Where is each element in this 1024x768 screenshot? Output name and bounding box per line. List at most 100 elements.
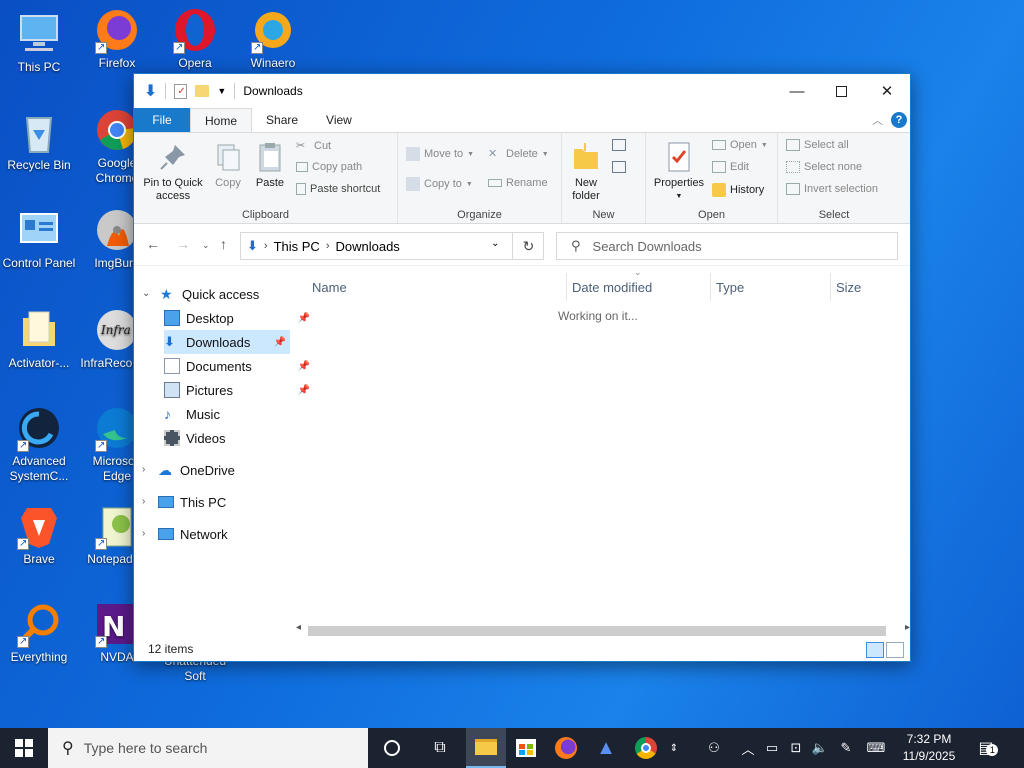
up-arrow-icon: ↑ [220, 236, 227, 252]
copy-to-button[interactable]: Copy to ▼ [406, 177, 473, 191]
desktop-icon-control-panel[interactable]: Control Panel [0, 206, 78, 271]
cortana-button[interactable] [372, 728, 412, 768]
rename-button[interactable]: Rename [488, 177, 548, 189]
copy-button[interactable]: Copy [210, 141, 246, 190]
column-header-name[interactable]: Name [312, 273, 347, 301]
action-center-button[interactable]: ▤1 [966, 728, 1006, 768]
desktop-icon-brave[interactable]: Brave [0, 502, 78, 567]
taskbar-scroll[interactable]: ⇕ [666, 728, 682, 768]
desktop-icon-opera[interactable]: Opera [156, 6, 234, 71]
chevron-down-icon[interactable]: ⌄ [142, 288, 150, 299]
address-bar[interactable]: ⬇ › This PC › Downloads ⌄ [240, 232, 544, 260]
horizontal-scrollbar[interactable]: ◂ ▸ [294, 622, 912, 638]
column-header-type[interactable]: Type [716, 273, 744, 301]
move-to-button[interactable]: Move to ▼ [406, 147, 474, 161]
desktop-icon-advanced-systemcare[interactable]: Advanced SystemC... [0, 404, 78, 484]
new-folder-button[interactable]: New folder [568, 141, 604, 203]
column-header-size[interactable]: Size [836, 273, 861, 301]
battery-icon[interactable]: ▭ [760, 740, 784, 756]
keyboard-icon[interactable]: ⌨ [860, 740, 892, 756]
column-divider[interactable] [710, 273, 711, 301]
chevron-right-icon[interactable]: › [142, 464, 145, 475]
chevron-up-icon[interactable]: ︿ [736, 739, 760, 758]
desktop-icon-activator[interactable]: Activator-... [0, 306, 78, 371]
select-none-button[interactable]: Select none [786, 161, 862, 173]
breadcrumb-this-pc[interactable]: This PC [274, 239, 320, 254]
nav-label: Network [180, 526, 228, 542]
taskbar-firefox[interactable] [546, 728, 586, 768]
edit-button[interactable]: Edit [712, 161, 749, 173]
taskbar-file-explorer[interactable] [466, 728, 506, 768]
properties-qa-icon[interactable]: ✓ [174, 83, 188, 99]
volume-icon[interactable]: 🔈 [808, 740, 832, 756]
customize-qa-dropdown-icon[interactable]: ▼ [217, 86, 226, 96]
move-to-icon [406, 147, 420, 161]
pin-to-quick-access-button[interactable]: Pin to Quick access [140, 141, 206, 203]
scroll-right-icon[interactable]: ▸ [905, 622, 910, 633]
chevron-right-icon[interactable]: › [142, 528, 145, 539]
pen-icon[interactable]: ✎ [832, 740, 860, 756]
start-button[interactable] [0, 728, 48, 768]
desktop-icon-winaero[interactable]: Winaero [234, 6, 312, 71]
new-folder-qa-icon[interactable] [195, 85, 210, 97]
nav-onedrive[interactable]: ☁ OneDrive [158, 458, 308, 482]
history-button[interactable]: History [712, 183, 764, 197]
film-icon [164, 430, 180, 446]
scrollbar-thumb[interactable] [308, 626, 886, 636]
desktop-icon-recycle-bin[interactable]: Recycle Bin [0, 108, 78, 173]
maximize-button[interactable] [818, 74, 864, 108]
easy-access-button[interactable] [612, 161, 636, 177]
minimize-button[interactable]: — [774, 74, 820, 108]
nav-this-pc[interactable]: This PC [158, 490, 308, 514]
desktop-icon-everything[interactable]: Everything [0, 600, 78, 665]
nav-downloads[interactable]: ⬇ Downloads 📌 [164, 330, 290, 354]
recent-locations-button[interactable]: ⌄ [202, 240, 210, 251]
select-all-button[interactable]: Select all [786, 139, 849, 151]
task-view-button[interactable]: ⧉ [420, 728, 460, 768]
paste-button[interactable]: Paste [252, 141, 288, 190]
column-header-date-modified[interactable]: Date modified [572, 273, 652, 301]
details-view-icon[interactable] [866, 642, 884, 658]
column-divider[interactable] [830, 273, 831, 301]
scroll-left-icon[interactable]: ◂ [296, 622, 301, 633]
nav-network[interactable]: Network [158, 522, 308, 546]
nav-quick-access[interactable]: ★ Quick access [160, 282, 310, 306]
address-dropdown-icon[interactable]: ⌄ [491, 238, 499, 249]
chevron-right-icon[interactable]: › [142, 496, 145, 507]
taskbar-app-bird[interactable]: ▲ [586, 728, 626, 768]
taskbar-chrome[interactable] [626, 728, 666, 768]
large-icons-view-icon[interactable] [886, 642, 904, 658]
close-button[interactable]: ✕ [864, 74, 910, 108]
notification-badge: 1 [986, 744, 999, 756]
tab-share[interactable]: Share [252, 108, 312, 132]
network-tray-icon[interactable]: ⊡ [784, 740, 808, 756]
tab-view[interactable]: View [312, 108, 366, 132]
up-button[interactable]: ↑ [220, 236, 227, 252]
desktop-icon-this-pc[interactable]: This PC [0, 10, 78, 75]
search-input[interactable]: ⚲ Search Downloads [556, 232, 898, 260]
copy-path-button[interactable]: Copy path [296, 161, 362, 173]
new-item-button[interactable] [612, 139, 636, 155]
open-button[interactable]: Open ▼ [712, 139, 768, 151]
collapse-ribbon-icon[interactable]: ︿ [872, 112, 883, 128]
column-divider[interactable] [566, 273, 567, 301]
forward-button[interactable]: → [176, 236, 190, 252]
breadcrumb-downloads[interactable]: Downloads [335, 239, 399, 254]
refresh-button[interactable]: ↻ [512, 232, 544, 260]
help-icon[interactable]: ? [891, 112, 907, 128]
cut-button[interactable]: ✂ Cut [296, 139, 331, 153]
taskbar-store[interactable] [506, 728, 546, 768]
invert-selection-button[interactable]: Invert selection [786, 183, 878, 195]
delete-button[interactable]: ✕ Delete ▼ [488, 147, 549, 161]
tab-home[interactable]: Home [190, 108, 253, 132]
paste-shortcut-button[interactable]: Paste shortcut [296, 183, 380, 195]
clock[interactable]: 7:32 PM 11/9/2025 [898, 731, 960, 765]
tab-file[interactable]: File [134, 108, 190, 132]
desktop-icon-firefox[interactable]: Firefox [78, 6, 156, 71]
properties-button[interactable]: Properties ▼ [652, 141, 706, 203]
taskbar-search-input[interactable]: ⚲ Type here to search [48, 728, 368, 768]
monitor-icon [20, 15, 58, 51]
people-icon[interactable]: ⚇ [700, 740, 728, 756]
desktop-icon-label: Brave [23, 552, 55, 566]
back-button[interactable]: ← [146, 236, 160, 252]
